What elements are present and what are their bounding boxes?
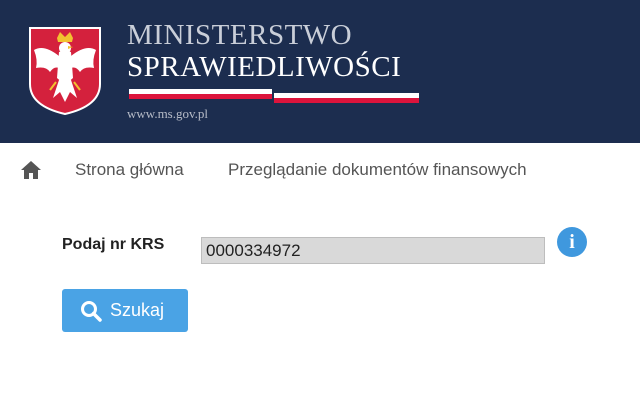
breadcrumb-item-home[interactable]: Strona główna bbox=[75, 160, 184, 180]
site-header: MINISTERSTWO SPRAWIEDLIWOŚCI www.ms.gov.… bbox=[0, 0, 640, 143]
search-icon bbox=[81, 301, 102, 322]
flag-stripe-icon bbox=[129, 89, 419, 103]
krs-label: Podaj nr KRS bbox=[62, 236, 165, 253]
search-button-label: Szukaj bbox=[110, 300, 165, 320]
krs-input[interactable] bbox=[201, 237, 545, 264]
site-url[interactable]: www.ms.gov.pl bbox=[127, 106, 208, 122]
home-icon[interactable] bbox=[20, 160, 42, 180]
emblem-icon bbox=[29, 27, 101, 116]
info-button[interactable]: i bbox=[557, 227, 587, 257]
ministry-title-line2: SPRAWIEDLIWOŚCI bbox=[127, 51, 402, 83]
ministry-title-line1: MINISTERSTWO bbox=[127, 19, 353, 51]
breadcrumb-item-financial-documents[interactable]: Przeglądanie dokumentów finansowych bbox=[228, 160, 527, 180]
search-button[interactable]: Szukaj bbox=[62, 289, 188, 332]
info-icon: i bbox=[569, 231, 575, 253]
